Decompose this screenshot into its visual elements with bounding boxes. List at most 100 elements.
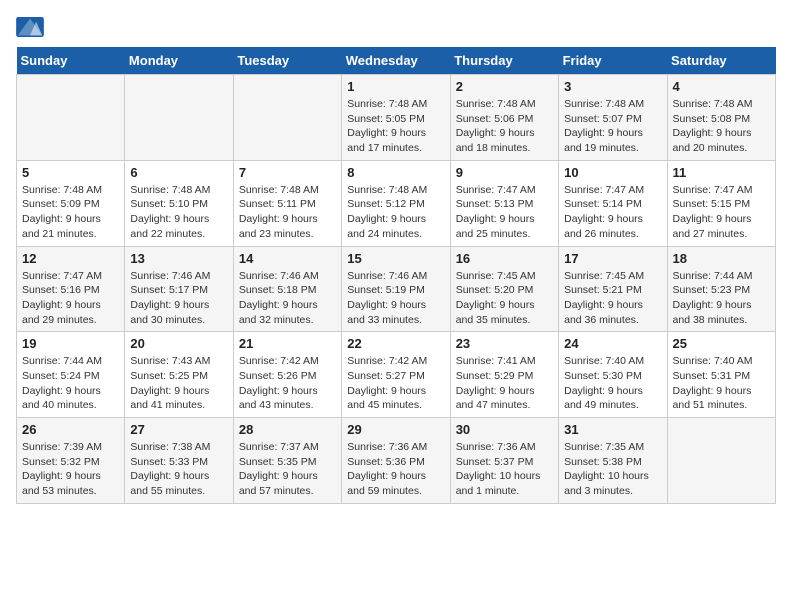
day-number: 17	[564, 251, 661, 266]
day-number: 28	[239, 422, 336, 437]
day-number: 9	[456, 165, 553, 180]
weekday-header-thursday: Thursday	[450, 47, 558, 75]
day-number: 21	[239, 336, 336, 351]
day-number: 3	[564, 79, 661, 94]
day-number: 25	[673, 336, 770, 351]
empty-cell	[233, 75, 341, 161]
week-row-4: 19 Sunrise: 7:44 AM Sunset: 5:24 PM Dayli…	[17, 332, 776, 418]
calendar-table: SundayMondayTuesdayWednesdayThursdayFrid…	[16, 47, 776, 504]
day-info: Sunrise: 7:39 AM Sunset: 5:32 PM Dayligh…	[22, 440, 119, 499]
day-cell-12: 12 Sunrise: 7:47 AM Sunset: 5:16 PM Dayli…	[17, 246, 125, 332]
day-number: 1	[347, 79, 444, 94]
day-cell-4: 4 Sunrise: 7:48 AM Sunset: 5:08 PM Daylig…	[667, 75, 775, 161]
day-cell-16: 16Sunrise: 7:45 AM Sunset: 5:20 PM Dayli…	[450, 246, 558, 332]
day-info: Sunrise: 7:37 AM Sunset: 5:35 PM Dayligh…	[239, 440, 336, 499]
day-info: Sunrise: 7:47 AM Sunset: 5:15 PM Dayligh…	[673, 183, 770, 242]
day-number: 10	[564, 165, 661, 180]
empty-cell	[17, 75, 125, 161]
day-cell-15: 15 Sunrise: 7:46 AM Sunset: 5:19 PM Dayli…	[342, 246, 450, 332]
day-info: Sunrise: 7:48 AM Sunset: 5:12 PM Dayligh…	[347, 183, 444, 242]
day-cell-1: 1 Sunrise: 7:48 AM Sunset: 5:05 PM Daylig…	[342, 75, 450, 161]
day-cell-19: 19 Sunrise: 7:44 AM Sunset: 5:24 PM Dayli…	[17, 332, 125, 418]
day-info: Sunrise: 7:46 AM Sunset: 5:19 PM Dayligh…	[347, 269, 444, 328]
day-cell-17: 17 Sunrise: 7:45 AM Sunset: 5:21 PM Dayli…	[559, 246, 667, 332]
weekday-header-saturday: Saturday	[667, 47, 775, 75]
day-cell-20: 20 Sunrise: 7:43 AM Sunset: 5:25 PM Dayli…	[125, 332, 233, 418]
day-cell-22: 22Sunrise: 7:42 AM Sunset: 5:27 PM Dayli…	[342, 332, 450, 418]
day-number: 29	[347, 422, 444, 437]
day-cell-8: 8 Sunrise: 7:48 AM Sunset: 5:12 PM Daylig…	[342, 160, 450, 246]
day-info: Sunrise: 7:47 AM Sunset: 5:16 PM Dayligh…	[22, 269, 119, 328]
empty-cell	[125, 75, 233, 161]
day-number: 26	[22, 422, 119, 437]
calendar-header: SundayMondayTuesdayWednesdayThursdayFrid…	[17, 47, 776, 75]
day-cell-29: 29Sunrise: 7:36 AM Sunset: 5:36 PM Dayli…	[342, 418, 450, 504]
day-cell-14: 14 Sunrise: 7:46 AM Sunset: 5:18 PM Dayli…	[233, 246, 341, 332]
day-number: 24	[564, 336, 661, 351]
day-cell-10: 10Sunrise: 7:47 AM Sunset: 5:14 PM Dayli…	[559, 160, 667, 246]
day-info: Sunrise: 7:48 AM Sunset: 5:08 PM Dayligh…	[673, 97, 770, 156]
day-info: Sunrise: 7:35 AM Sunset: 5:38 PM Dayligh…	[564, 440, 661, 499]
day-cell-18: 18Sunrise: 7:44 AM Sunset: 5:23 PM Dayli…	[667, 246, 775, 332]
day-info: Sunrise: 7:46 AM Sunset: 5:17 PM Dayligh…	[130, 269, 227, 328]
day-info: Sunrise: 7:44 AM Sunset: 5:23 PM Dayligh…	[673, 269, 770, 328]
day-number: 11	[673, 165, 770, 180]
day-number: 8	[347, 165, 444, 180]
day-info: Sunrise: 7:40 AM Sunset: 5:31 PM Dayligh…	[673, 354, 770, 413]
week-row-1: 1 Sunrise: 7:48 AM Sunset: 5:05 PM Daylig…	[17, 75, 776, 161]
day-info: Sunrise: 7:36 AM Sunset: 5:37 PM Dayligh…	[456, 440, 553, 499]
week-row-3: 12 Sunrise: 7:47 AM Sunset: 5:16 PM Dayli…	[17, 246, 776, 332]
day-number: 2	[456, 79, 553, 94]
day-info: Sunrise: 7:47 AM Sunset: 5:13 PM Dayligh…	[456, 183, 553, 242]
day-cell-11: 11 Sunrise: 7:47 AM Sunset: 5:15 PM Dayli…	[667, 160, 775, 246]
weekday-header-monday: Monday	[125, 47, 233, 75]
day-info: Sunrise: 7:41 AM Sunset: 5:29 PM Dayligh…	[456, 354, 553, 413]
day-cell-7: 7 Sunrise: 7:48 AM Sunset: 5:11 PM Daylig…	[233, 160, 341, 246]
day-number: 7	[239, 165, 336, 180]
day-number: 15	[347, 251, 444, 266]
day-info: Sunrise: 7:48 AM Sunset: 5:07 PM Dayligh…	[564, 97, 661, 156]
logo	[16, 16, 48, 37]
day-info: Sunrise: 7:46 AM Sunset: 5:18 PM Dayligh…	[239, 269, 336, 328]
day-info: Sunrise: 7:45 AM Sunset: 5:21 PM Dayligh…	[564, 269, 661, 328]
day-info: Sunrise: 7:40 AM Sunset: 5:30 PM Dayligh…	[564, 354, 661, 413]
day-cell-26: 26 Sunrise: 7:39 AM Sunset: 5:32 PM Dayli…	[17, 418, 125, 504]
day-info: Sunrise: 7:44 AM Sunset: 5:24 PM Dayligh…	[22, 354, 119, 413]
day-info: Sunrise: 7:48 AM Sunset: 5:05 PM Dayligh…	[347, 97, 444, 156]
week-row-5: 26 Sunrise: 7:39 AM Sunset: 5:32 PM Dayli…	[17, 418, 776, 504]
day-number: 20	[130, 336, 227, 351]
day-number: 19	[22, 336, 119, 351]
day-cell-25: 25 Sunrise: 7:40 AM Sunset: 5:31 PM Dayli…	[667, 332, 775, 418]
day-number: 30	[456, 422, 553, 437]
generalblue-icon	[16, 17, 44, 37]
day-cell-30: 30 Sunrise: 7:36 AM Sunset: 5:37 PM Dayli…	[450, 418, 558, 504]
weekday-header-wednesday: Wednesday	[342, 47, 450, 75]
day-number: 4	[673, 79, 770, 94]
weekday-header-friday: Friday	[559, 47, 667, 75]
day-info: Sunrise: 7:48 AM Sunset: 5:11 PM Dayligh…	[239, 183, 336, 242]
day-number: 22	[347, 336, 444, 351]
day-number: 14	[239, 251, 336, 266]
day-number: 6	[130, 165, 227, 180]
weekday-header-sunday: Sunday	[17, 47, 125, 75]
day-cell-24: 24 Sunrise: 7:40 AM Sunset: 5:30 PM Dayli…	[559, 332, 667, 418]
empty-cell	[667, 418, 775, 504]
weekday-header-row: SundayMondayTuesdayWednesdayThursdayFrid…	[17, 47, 776, 75]
day-number: 12	[22, 251, 119, 266]
day-number: 23	[456, 336, 553, 351]
day-cell-21: 21Sunrise: 7:42 AM Sunset: 5:26 PM Dayli…	[233, 332, 341, 418]
day-info: Sunrise: 7:48 AM Sunset: 5:09 PM Dayligh…	[22, 183, 119, 242]
day-cell-23: 23 Sunrise: 7:41 AM Sunset: 5:29 PM Dayli…	[450, 332, 558, 418]
weekday-header-tuesday: Tuesday	[233, 47, 341, 75]
day-info: Sunrise: 7:48 AM Sunset: 5:10 PM Dayligh…	[130, 183, 227, 242]
day-info: Sunrise: 7:48 AM Sunset: 5:06 PM Dayligh…	[456, 97, 553, 156]
day-number: 13	[130, 251, 227, 266]
day-info: Sunrise: 7:45 AM Sunset: 5:20 PM Dayligh…	[456, 269, 553, 328]
day-cell-13: 13 Sunrise: 7:46 AM Sunset: 5:17 PM Dayli…	[125, 246, 233, 332]
page-header	[16, 16, 776, 37]
day-cell-27: 27Sunrise: 7:38 AM Sunset: 5:33 PM Dayli…	[125, 418, 233, 504]
day-info: Sunrise: 7:43 AM Sunset: 5:25 PM Dayligh…	[130, 354, 227, 413]
week-row-2: 5Sunrise: 7:48 AM Sunset: 5:09 PM Daylig…	[17, 160, 776, 246]
day-number: 31	[564, 422, 661, 437]
calendar-body: 1 Sunrise: 7:48 AM Sunset: 5:05 PM Daylig…	[17, 75, 776, 504]
